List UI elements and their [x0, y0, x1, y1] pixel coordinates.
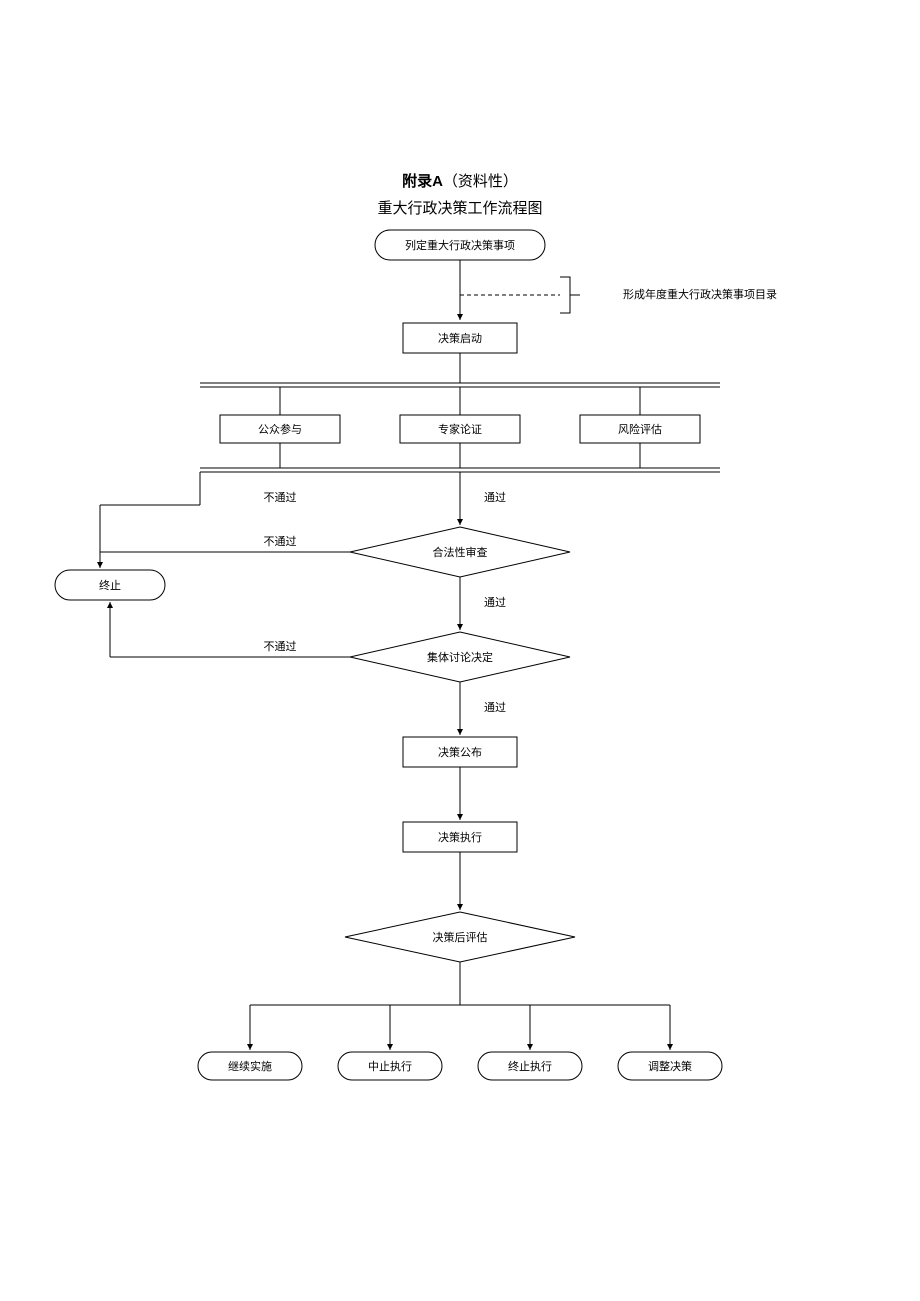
node-risk-label: 风险评估: [618, 422, 662, 436]
node-legal-review: 合法性审查: [350, 527, 570, 577]
node-continue: 继续实施: [198, 1052, 302, 1080]
node-adjust: 调整决策: [618, 1052, 722, 1080]
node-adjust-label: 调整决策: [648, 1059, 692, 1073]
node-posteval: 决策后评估: [345, 912, 575, 962]
annotation-catalog: 形成年度重大行政决策事项目录: [460, 277, 777, 313]
node-continue-label: 继续实施: [228, 1059, 272, 1073]
node-terminate-label: 终止: [99, 578, 121, 592]
edge-legal-pass-label: 通过: [484, 596, 506, 609]
node-stop: 终止执行: [478, 1052, 582, 1080]
node-execute: 决策执行: [403, 822, 517, 852]
edge-legal-fail-label: 不通过: [264, 535, 297, 548]
node-collective: 集体讨论决定: [350, 632, 570, 682]
page-titles: 附录A（资料性） 重大行政决策工作流程图: [0, 170, 920, 218]
edge-rail-pass-label: 通过: [484, 491, 506, 504]
node-terminate: 终止: [55, 570, 165, 600]
node-pause: 中止执行: [338, 1052, 442, 1080]
node-risk: 风险评估: [580, 415, 700, 443]
node-public: 公众参与: [220, 415, 340, 443]
node-stop-label: 终止执行: [508, 1059, 552, 1073]
edge-collective-fail-label: 不通过: [264, 640, 297, 653]
flowchart-page: 附录A（资料性） 重大行政决策工作流程图 列定重大行政决策事项 形成年度重大行政…: [0, 0, 920, 1301]
appendix-line: 附录A（资料性）: [0, 170, 920, 191]
node-pause-label: 中止执行: [368, 1059, 412, 1073]
node-posteval-label: 决策后评估: [433, 930, 488, 944]
node-public-label: 公众参与: [258, 422, 302, 436]
edge-collective-pass-label: 通过: [484, 701, 506, 714]
appendix-suffix: （资料性）: [443, 173, 518, 190]
node-execute-label: 决策执行: [438, 830, 482, 844]
node-collective-label: 集体讨论决定: [427, 650, 493, 664]
node-start: 列定重大行政决策事项: [375, 230, 545, 260]
node-expert-label: 专家论证: [438, 422, 482, 436]
node-start-label: 列定重大行政决策事项: [405, 238, 515, 252]
node-legal-review-label: 合法性审查: [433, 545, 488, 559]
node-expert: 专家论证: [400, 415, 520, 443]
node-initiate: 决策启动: [403, 323, 517, 353]
node-publish: 决策公布: [403, 737, 517, 767]
appendix-prefix: 附录A: [402, 173, 443, 190]
flowchart-svg: 列定重大行政决策事项 形成年度重大行政决策事项目录 决策启动 公众参与: [0, 215, 920, 1145]
edge-rail-fail-label: 不通过: [264, 491, 297, 504]
node-publish-label: 决策公布: [438, 745, 482, 759]
annotation-catalog-label: 形成年度重大行政决策事项目录: [623, 287, 777, 301]
node-initiate-label: 决策启动: [438, 331, 482, 345]
